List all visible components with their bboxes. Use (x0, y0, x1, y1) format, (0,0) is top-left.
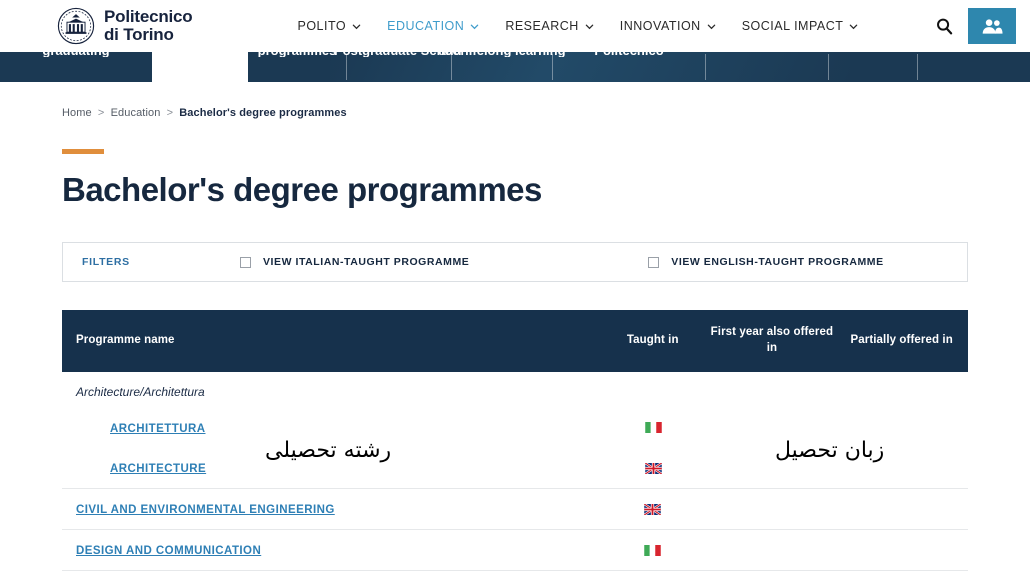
people-icon (982, 18, 1003, 34)
cell-taught-in (597, 544, 709, 556)
breadcrumb-home[interactable]: Home (62, 107, 92, 119)
nav-item-education[interactable]: EDUCATION (387, 19, 479, 33)
cell-programme-name: CIVIL AND ENVIRONMENTAL ENGINEERING (62, 500, 597, 518)
submenu-divider (828, 54, 829, 80)
column-header-taught-in: Taught in (626, 334, 679, 347)
annotation-field-of-study: رشته تحصیلی (265, 438, 392, 463)
title-accent-bar (62, 149, 104, 154)
page-title: Bachelor's degree programmes (62, 171, 542, 208)
polito-crest-icon (57, 7, 95, 45)
submenu-item-5[interactable]: Politecnico (553, 52, 705, 82)
annotation-language-of-study: زبان تحصیل (775, 438, 885, 463)
chevron-down-icon (585, 24, 594, 29)
cell-taught-in (598, 462, 709, 474)
nav-label: RESEARCH (505, 19, 579, 33)
search-icon (936, 18, 952, 34)
column-header-first-year: First year also offered in (710, 326, 834, 354)
page-content: Home > Education > Bachelor's degree pro… (0, 107, 1030, 571)
breadcrumb-education[interactable]: Education (111, 107, 161, 119)
logo-line-2: di Torino (104, 25, 174, 44)
column-header-programme-name: Programme name (76, 334, 175, 347)
filter-italian-label: VIEW ITALIAN-TAUGHT PROGRAMME (263, 256, 470, 268)
submenu-item-1[interactable]: programmes (152, 52, 248, 82)
filter-english-label: VIEW ENGLISH-TAUGHT PROGRAMME (671, 256, 884, 268)
programme-link-architettura[interactable]: ARCHITETTURA (110, 423, 205, 435)
breadcrumb-current: Bachelor's degree programmes (179, 107, 347, 119)
logo-text: Politecnico di Torino (104, 8, 193, 43)
search-button[interactable] (934, 16, 954, 36)
filters-label: FILTERS (82, 256, 130, 268)
submenu-label: programmes (161, 52, 240, 57)
cell-taught-in (598, 422, 709, 433)
programme-link-civil-environmental-engineering[interactable]: CIVIL AND ENVIRONMENTAL ENGINEERING (76, 504, 335, 516)
submenu-item-4[interactable]: and lifelong learning (438, 52, 565, 82)
chevron-down-icon (707, 24, 715, 29)
programme-link-architecture[interactable]: ARCHITECTURE (110, 463, 206, 475)
nav-item-innovation[interactable]: INNOVATION (620, 19, 716, 33)
table-header-row: Programme name Taught in First year also… (62, 310, 968, 372)
nav-label: POLITO (297, 19, 347, 33)
checkbox-english-taught[interactable] (648, 256, 660, 268)
submenu-item-0[interactable]: graduating (0, 52, 152, 82)
submenu-divider (917, 54, 918, 80)
programme-link-design-and-communication[interactable]: DESIGN AND COMMUNICATION (76, 545, 261, 557)
flag-italy-icon (644, 422, 662, 433)
filter-english-taught[interactable]: VIEW ENGLISH-TAUGHT PROGRAMME (648, 256, 883, 268)
submenu-label: and lifelong learning (438, 52, 565, 57)
cell-programme-name: DESIGN AND COMMUNICATION (62, 541, 597, 559)
user-account-button[interactable] (968, 8, 1016, 44)
flag-uk-icon (644, 503, 662, 515)
header-actions (934, 0, 1030, 52)
logo-line-1: Politecnico (104, 7, 193, 27)
education-submenu: graduating programmes programmes Postgra… (0, 52, 1030, 82)
site-header: Politecnico di Torino POLITO EDUCATION R… (0, 0, 1030, 52)
main-navigation: POLITO EDUCATION RESEARCH INNOVATION SOC… (298, 19, 859, 33)
breadcrumb-separator: > (97, 107, 105, 119)
chevron-down-icon (850, 24, 858, 29)
nav-label: EDUCATION (387, 19, 465, 33)
nav-item-research[interactable]: RESEARCH (505, 19, 594, 33)
submenu-label: graduating (42, 52, 109, 57)
table-row[interactable]: DESIGN AND COMMUNICATION (62, 530, 968, 571)
nav-label: INNOVATION (619, 19, 701, 33)
filter-italian-taught[interactable]: VIEW ITALIAN-TAUGHT PROGRAMME (240, 256, 469, 268)
column-header-partially-offered: Partially offered in (850, 334, 953, 347)
flag-italy-icon (644, 544, 661, 556)
site-logo[interactable]: Politecnico di Torino (57, 7, 193, 45)
nav-item-polito[interactable]: POLITO (298, 19, 362, 33)
nav-label: SOCIAL IMPACT (741, 19, 844, 33)
nav-item-social-impact[interactable]: SOCIAL IMPACT (742, 19, 859, 33)
breadcrumb-separator: > (166, 107, 174, 119)
submenu-divider (705, 54, 706, 80)
breadcrumb: Home > Education > Bachelor's degree pro… (62, 107, 968, 119)
cell-taught-in (597, 503, 709, 515)
submenu-item-3[interactable]: Postgraduate School (334, 52, 464, 82)
category-label-architecture: Architecture/Architettura (76, 385, 205, 399)
cell-programme-name: ARCHITETTURA (62, 419, 598, 437)
chevron-down-icon (352, 24, 361, 29)
checkbox-italian-taught[interactable] (240, 256, 251, 268)
submenu-item-2[interactable]: programmes (248, 52, 346, 82)
chevron-down-icon (471, 24, 479, 29)
submenu-label: Politecnico (594, 52, 663, 57)
table-row[interactable]: CIVIL AND ENVIRONMENTAL ENGINEERING (62, 489, 968, 530)
submenu-label: programmes (258, 52, 337, 57)
filters-bar: FILTERS VIEW ITALIAN-TAUGHT PROGRAMME VI… (62, 242, 968, 282)
flag-uk-icon (644, 462, 662, 474)
